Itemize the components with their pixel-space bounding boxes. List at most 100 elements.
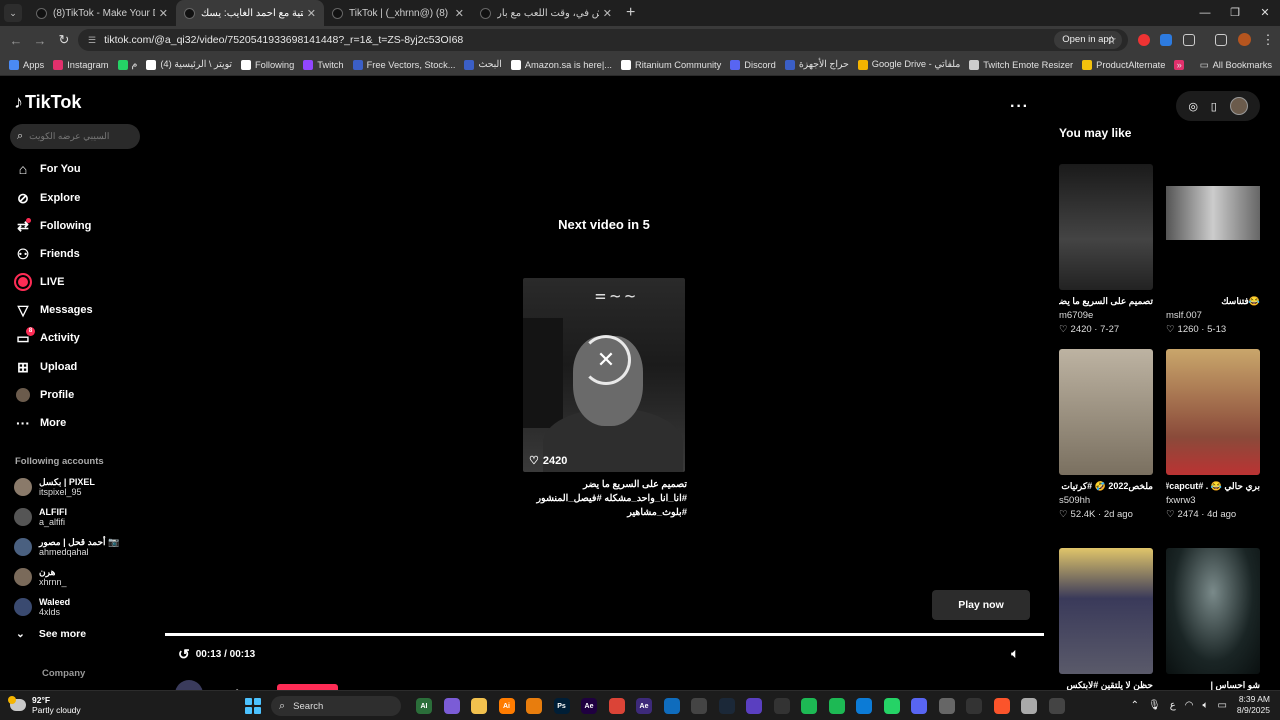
bookmark-item[interactable]: Google Drive - ملفاتي	[857, 59, 960, 70]
brave-icon[interactable]	[993, 698, 1010, 714]
company-link[interactable]: Company	[42, 668, 85, 679]
close-tab-icon[interactable]: ✕	[455, 7, 464, 20]
bookmark-item[interactable]: حراج الأجهزة	[784, 59, 849, 70]
bookmark-item[interactable]: البحث	[464, 59, 502, 70]
microphone-icon[interactable]: 🎙︎	[1148, 700, 1161, 711]
browser-tab-1[interactable]: فرقة كويتية مع أحمد الغايب: يسك ✕	[176, 0, 324, 26]
recommended-video[interactable]: تصميم على السريع ما يضر #انا_انا_واحد_مش…	[1059, 164, 1153, 335]
chrome-icon[interactable]	[608, 698, 625, 714]
file-explorer-icon[interactable]	[471, 698, 487, 714]
weather-widget[interactable]: 92°F Partly cloudy	[8, 695, 81, 715]
ai-icon[interactable]: AI	[416, 698, 432, 714]
edge-icon[interactable]	[856, 698, 872, 714]
volume-icon[interactable]: 🔈︎	[1011, 645, 1019, 662]
following-account[interactable]: ALFIFI a_alfifi	[14, 505, 67, 529]
bookmark-item[interactable]: Amazon.sa is here|...	[510, 59, 612, 70]
nav-upload[interactable]: ⊞ Upload	[14, 356, 77, 378]
language-indicator[interactable]: ع	[1170, 700, 1176, 711]
extension-red-icon[interactable]	[1138, 34, 1150, 46]
whatsapp-icon[interactable]	[883, 698, 900, 714]
extensions-puzzle-icon[interactable]	[1183, 34, 1195, 46]
wifi-icon[interactable]: ◠	[1185, 700, 1194, 711]
photoshop-icon[interactable]: Ps	[553, 698, 570, 714]
reload-icon[interactable]: ↻	[52, 32, 76, 48]
bookmark-item[interactable]: Instagram	[53, 59, 109, 70]
steam-icon[interactable]	[718, 698, 735, 714]
bookmark-item[interactable]: Twitch	[303, 59, 344, 70]
outlook-icon[interactable]	[663, 698, 680, 714]
following-account[interactable]: Waleed 4xlds	[14, 595, 70, 619]
nav-friends[interactable]: ⚇ Friends	[14, 243, 80, 265]
after-effects-icon[interactable]: Ae	[581, 698, 597, 714]
adobe-express-icon[interactable]: Ae	[636, 698, 652, 714]
recommended-video[interactable]: 😂فتناسك mslf.007 ♡ 1260 · 5-13	[1166, 164, 1260, 335]
volume-icon[interactable]: 🔈︎	[1202, 700, 1208, 711]
recommended-video[interactable]: شو احساس |	[1166, 548, 1260, 692]
more-options-icon[interactable]: ···	[1010, 98, 1029, 116]
bookmark-item[interactable]: Apps	[9, 59, 44, 70]
all-bookmarks-button[interactable]: » ▭ All Bookmarks	[1177, 54, 1272, 76]
following-account[interactable]: أحمد قحل | مصور 📷 ahmedqahal	[14, 535, 119, 559]
nav-for-you[interactable]: ⌂ For You	[14, 158, 81, 180]
recommended-video[interactable]: بري حالي 😂 . #fxrr4 #capcut... fxwrw3 ♡2…	[1166, 349, 1260, 520]
bookmark-item[interactable]: م	[117, 59, 137, 70]
bookmark-star-icon[interactable]: ☆	[1106, 33, 1117, 47]
obs-icon[interactable]	[966, 698, 982, 714]
nav-explore[interactable]: ⊘ Explore	[14, 187, 80, 209]
recommended-video[interactable]: حظن لا يلتقين #لابتكس	[1059, 548, 1153, 692]
media-control-icon[interactable]	[1215, 34, 1227, 46]
browser-menu-icon[interactable]: ⋮	[1256, 32, 1280, 48]
following-account[interactable]: هرن xhrnn_	[14, 565, 67, 589]
bookmark-item[interactable]: Discord	[730, 59, 776, 70]
browser-profile-icon[interactable]	[1238, 33, 1251, 46]
site-info-icon[interactable]: ☰	[88, 35, 96, 46]
nav-messages[interactable]: ▽ Messages	[14, 299, 93, 321]
new-tab-button[interactable]: +	[626, 4, 635, 22]
close-window-icon[interactable]: ✕	[1250, 0, 1280, 26]
tab-search-button[interactable]: ⌄	[4, 4, 22, 22]
coins-icon[interactable]: ◎	[1188, 100, 1198, 113]
illustrator-icon[interactable]: Ai	[498, 698, 515, 714]
chatgpt-icon[interactable]	[691, 698, 707, 714]
nav-profile[interactable]: Profile	[14, 384, 74, 406]
discord-icon[interactable]	[911, 698, 927, 714]
browser-tab-3[interactable]: فيفا: أيش في، وقت اللعب مع بار ✕	[472, 0, 620, 26]
back-icon[interactable]: ←	[4, 33, 28, 48]
close-tab-icon[interactable]: ✕	[159, 7, 168, 20]
replay-icon[interactable]: ↺	[178, 646, 190, 663]
taskbar-search[interactable]: ⌕ Search	[271, 696, 401, 716]
copilot-app-icon[interactable]	[746, 698, 762, 714]
forward-icon[interactable]: →	[28, 33, 52, 48]
copilot-icon[interactable]	[443, 698, 460, 714]
close-tab-icon[interactable]: ✕	[603, 7, 612, 20]
browser-tab-2[interactable]: TikTok | (_xhrnn@) هرن (8) ✕	[324, 0, 472, 26]
bookmark-item[interactable]: Free Vectors, Stock...	[352, 59, 455, 70]
url-input[interactable]: ☰ tiktok.com/@a_qi32/video/7520541933698…	[78, 29, 1128, 51]
recommended-video[interactable]: ملخص2022 🤣 #كرتيات #ملخص2022# 2022_ s509…	[1059, 349, 1153, 520]
bookmark-item[interactable]: Following	[240, 59, 294, 70]
nav-more[interactable]: ··· More	[14, 412, 66, 434]
bookmark-item[interactable]: تويتر \ الرئيسية (4)	[146, 59, 232, 70]
media-icon[interactable]	[1021, 698, 1037, 714]
bookmark-item[interactable]: Ritanium Community	[621, 59, 721, 70]
cancel-autoplay-button[interactable]: ✕	[581, 335, 631, 385]
clock[interactable]: 8:39 AM 8/9/2025	[1237, 694, 1270, 716]
davinci-icon[interactable]	[773, 698, 790, 714]
nav-live[interactable]: LIVE	[14, 271, 64, 293]
browser-tab-0[interactable]: (8)TikTok - Make Your Day ✕	[28, 0, 176, 26]
nav-activity[interactable]: ▭ 8 Activity	[14, 326, 80, 349]
minimize-icon[interactable]: —	[1190, 0, 1220, 26]
nav-following[interactable]: ⇄ Following	[14, 215, 91, 237]
phone-icon[interactable]: ▯	[1211, 100, 1217, 113]
battery-icon[interactable]: ▭	[1217, 700, 1226, 711]
blender-icon[interactable]	[526, 698, 542, 714]
restore-icon[interactable]: ❐	[1220, 0, 1250, 26]
play-now-button[interactable]: Play now	[932, 590, 1030, 620]
video-progress-bar[interactable]	[165, 633, 1044, 636]
bookmark-item[interactable]: ProductAlternate	[1082, 59, 1165, 70]
bookmark-item[interactable]: Twitch Emote Resizer	[969, 59, 1073, 70]
tiktok-logo[interactable]: ♪ TikTok	[14, 92, 81, 113]
close-tab-icon[interactable]: ✕	[307, 7, 316, 20]
spotify-icon[interactable]	[828, 698, 845, 714]
chevron-up-icon[interactable]: ⌃	[1131, 700, 1139, 711]
